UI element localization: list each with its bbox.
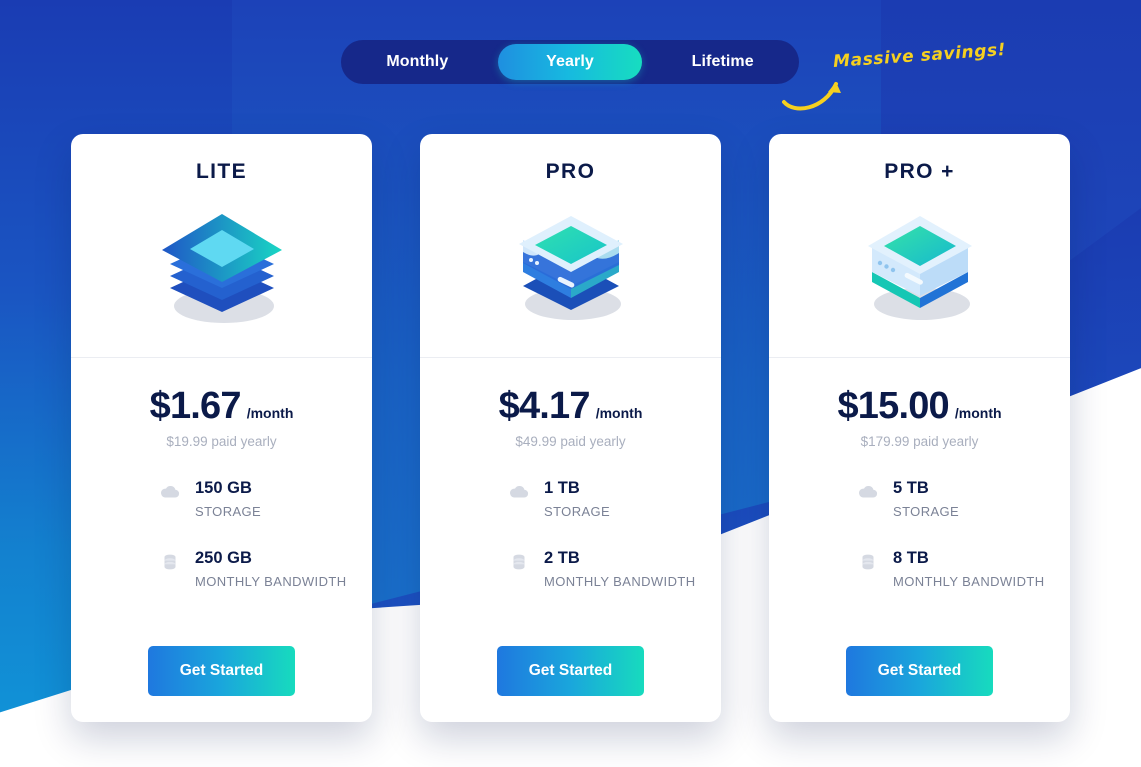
price-line: $4.17 /month [499,385,643,428]
price-amount: $1.67 [149,385,242,427]
billing-period-toggle[interactable]: Monthly Yearly Lifetime [341,40,799,84]
card-divider [71,357,372,358]
card-divider [420,357,721,358]
feature-label: STORAGE [195,504,262,520]
feature-value: 250 GB [195,548,252,567]
feature-label: MONTHLY BANDWIDTH [544,573,696,589]
toggle-option-lifetime[interactable]: Lifetime [650,44,795,80]
price-period: /month [246,405,294,421]
card-divider [769,357,1070,358]
feature-storage: 5 TB STORAGE [857,479,1070,521]
plan-title: LITE [195,160,248,183]
plan-title: PRO + [884,160,955,183]
feature-label: MONTHLY BANDWIDTH [195,573,347,589]
features-list: 1 TB STORAGE 2 TB MONTHLY BANDWIDTH [420,479,721,618]
price-amount: $15.00 [837,385,949,427]
get-started-button[interactable]: Get Started [846,646,993,696]
pricing-card-lite[interactable]: LITE $1.67 /month $19.99 paid yearly 150… [71,134,372,722]
price-subtext: $49.99 paid yearly [515,434,626,449]
price-line: $1.67 /month [150,385,294,428]
price-period: /month [595,405,643,421]
price-subtext: $179.99 paid yearly [860,434,979,449]
feature-value: 1 TB [544,479,580,497]
feature-label: STORAGE [893,504,960,520]
get-started-button[interactable]: Get Started [148,646,295,696]
features-list: 5 TB STORAGE 8 TB MONTHLY BANDWIDTH [769,479,1070,618]
plan-title: PRO [545,160,596,183]
database-icon [862,554,874,570]
price-subtext: $19.99 paid yearly [166,434,277,449]
database-icon [513,554,525,570]
feature-label: MONTHLY BANDWIDTH [893,573,1045,589]
features-list: 150 GB STORAGE 250 GB MONTHLY BANDWIDTH [71,479,372,618]
cloud-icon [160,485,180,498]
price-period: /month [954,405,1002,421]
cloud-icon [509,485,529,498]
feature-bandwidth: 250 GB MONTHLY BANDWIDTH [159,549,372,591]
feature-value: 8 TB [893,548,929,567]
stacked-layers-icon [161,214,282,323]
feature-storage: 150 GB STORAGE [159,479,372,521]
feature-value: 150 GB [195,479,252,497]
get-started-button[interactable]: Get Started [497,646,644,696]
price-line: $15.00 /month [837,385,1001,428]
pricing-card-pro-plus[interactable]: PRO + $15.00 /month $179.99 paid yearly … [769,134,1070,722]
feature-label: STORAGE [544,504,611,520]
feature-bandwidth: 8 TB MONTHLY BANDWIDTH [857,549,1070,591]
feature-value: 5 TB [893,479,929,497]
price-amount: $4.17 [498,385,591,427]
pricing-card-pro[interactable]: PRO $4.17 /month $49.99 paid yearly 1 TB… [420,134,721,722]
cube-stack-icon [518,216,623,320]
database-icon [164,554,176,570]
feature-storage: 1 TB STORAGE [508,479,721,521]
feature-bandwidth: 2 TB MONTHLY BANDWIDTH [508,549,721,591]
cloud-icon [858,485,878,498]
server-cube-icon [867,216,972,320]
toggle-option-monthly[interactable]: Monthly [345,44,490,80]
feature-value: 2 TB [544,548,580,567]
toggle-option-yearly[interactable]: Yearly [497,44,643,80]
pricing-cards-row: LITE $1.67 /month $19.99 paid yearly 150… [0,134,1141,722]
